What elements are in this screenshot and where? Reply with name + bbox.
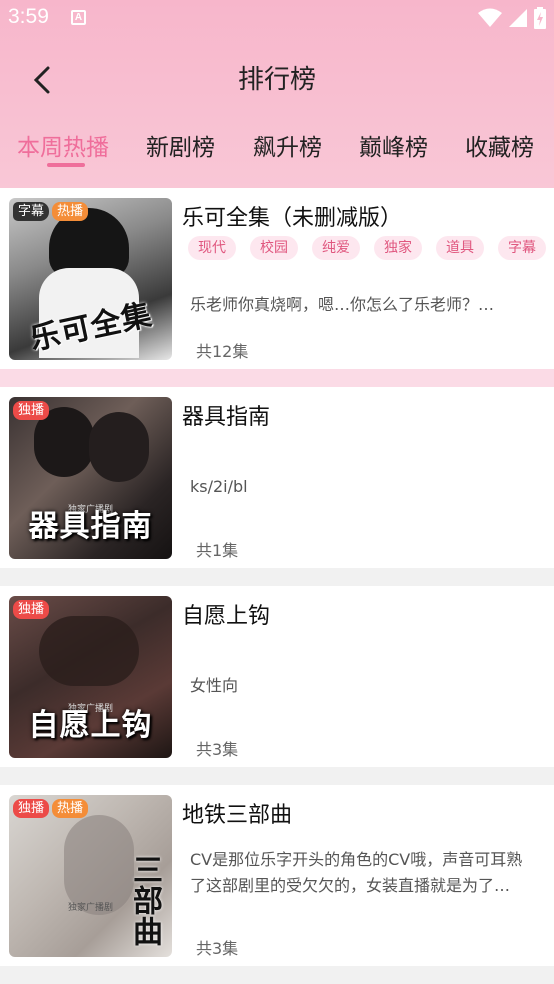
list-item[interactable]: 乐可全集 字幕 热播 乐可全集（未删减版） 现代 校园 纯爱 独家 道具 字幕 … [0,188,554,369]
cover-title-text: 三部曲 [127,854,162,947]
header-background: 3:59 A 排行榜 本周热播 新剧榜 飙升榜 巅峰榜 收藏榜 [0,0,554,188]
badge-group: 字幕 热播 [13,202,89,221]
wifi-icon [478,8,502,27]
item-title: 自愿上钩 [182,604,271,629]
signal-icon [509,9,527,27]
cover-image: 独家广播剧 器具指南 独播 [9,397,172,559]
status-time: 3:59 [8,5,49,28]
item-title: 乐可全集（未删减版） [182,206,403,231]
cover-image: 独家广播剧 三部曲 独播 热播 [9,795,172,957]
tag: 字幕 [498,236,546,260]
divider [0,767,554,785]
item-description: CV是那位乐字开头的角色的CV哦，声音可耳熟 [190,850,523,869]
exclusive-badge: 独播 [13,799,50,818]
tab-indicator [47,163,85,167]
episode-count: 共3集 [196,939,239,958]
tab-peak[interactable]: 巅峰榜 [359,128,428,162]
page-title: 排行榜 [237,65,316,95]
tag: 现代 [188,236,236,260]
battery-icon [534,7,546,29]
list-item[interactable]: 独家广播剧 三部曲 独播 热播 地铁三部曲 CV是那位乐字开头的角色的CV哦，声… [0,785,554,966]
list-item[interactable]: 独家广播剧 器具指南 独播 器具指南 ks/2i/bl 共1集 [0,387,554,568]
cover-image: 独家广播剧 自愿上钩 独播 [9,596,172,758]
hot-badge: 热播 [52,799,89,818]
item-title: 地铁三部曲 [182,803,293,828]
status-icons [478,7,546,29]
badge-group: 独播 [13,401,50,420]
cover-title-text: 器具指南 [28,509,153,544]
app-notification-icon: A [71,10,86,25]
tag: 独家 [374,236,422,260]
status-bar: 3:59 A [0,0,554,36]
tab-favorites[interactable]: 收藏榜 [465,128,534,162]
divider [0,966,554,984]
cover-title-text: 自愿上钩 [28,708,153,743]
item-description-line2: 了这部剧里的受欠欠的，女装直播就是为了… [190,876,511,895]
exclusive-badge: 独播 [13,401,50,420]
divider [0,369,554,387]
badge-group: 独播 热播 [13,799,89,818]
episode-count: 共12集 [196,342,249,361]
tag-list: 现代 校园 纯爱 独家 道具 字幕 [188,236,546,260]
tab-bar: 本周热播 新剧榜 飙升榜 巅峰榜 收藏榜 [0,122,554,172]
tag: 校园 [250,236,298,260]
item-description: 女性向 [190,676,239,695]
tab-rising[interactable]: 飙升榜 [253,128,322,162]
tab-weekly-hot[interactable]: 本周热播 [17,128,109,162]
tag: 道具 [436,236,484,260]
item-title: 器具指南 [182,405,271,430]
cover-image: 乐可全集 字幕 热播 [9,198,172,360]
badge-group: 独播 [13,600,50,619]
divider [0,568,554,586]
episode-count: 共1集 [196,541,239,560]
subtitle-badge: 字幕 [13,202,50,221]
tab-new[interactable]: 新剧榜 [146,128,215,162]
cover-figure [39,616,139,686]
list-item[interactable]: 独家广播剧 自愿上钩 独播 自愿上钩 女性向 共3集 [0,586,554,767]
tag: 纯爱 [312,236,360,260]
episode-count: 共3集 [196,740,239,759]
cover-figure [89,412,149,482]
item-description: 乐老师你真烧啊，嗯…你怎么了乐老师？… [190,295,495,314]
exclusive-badge: 独播 [13,600,50,619]
item-description: ks/2i/bl [190,477,248,496]
hot-badge: 热播 [52,202,89,221]
